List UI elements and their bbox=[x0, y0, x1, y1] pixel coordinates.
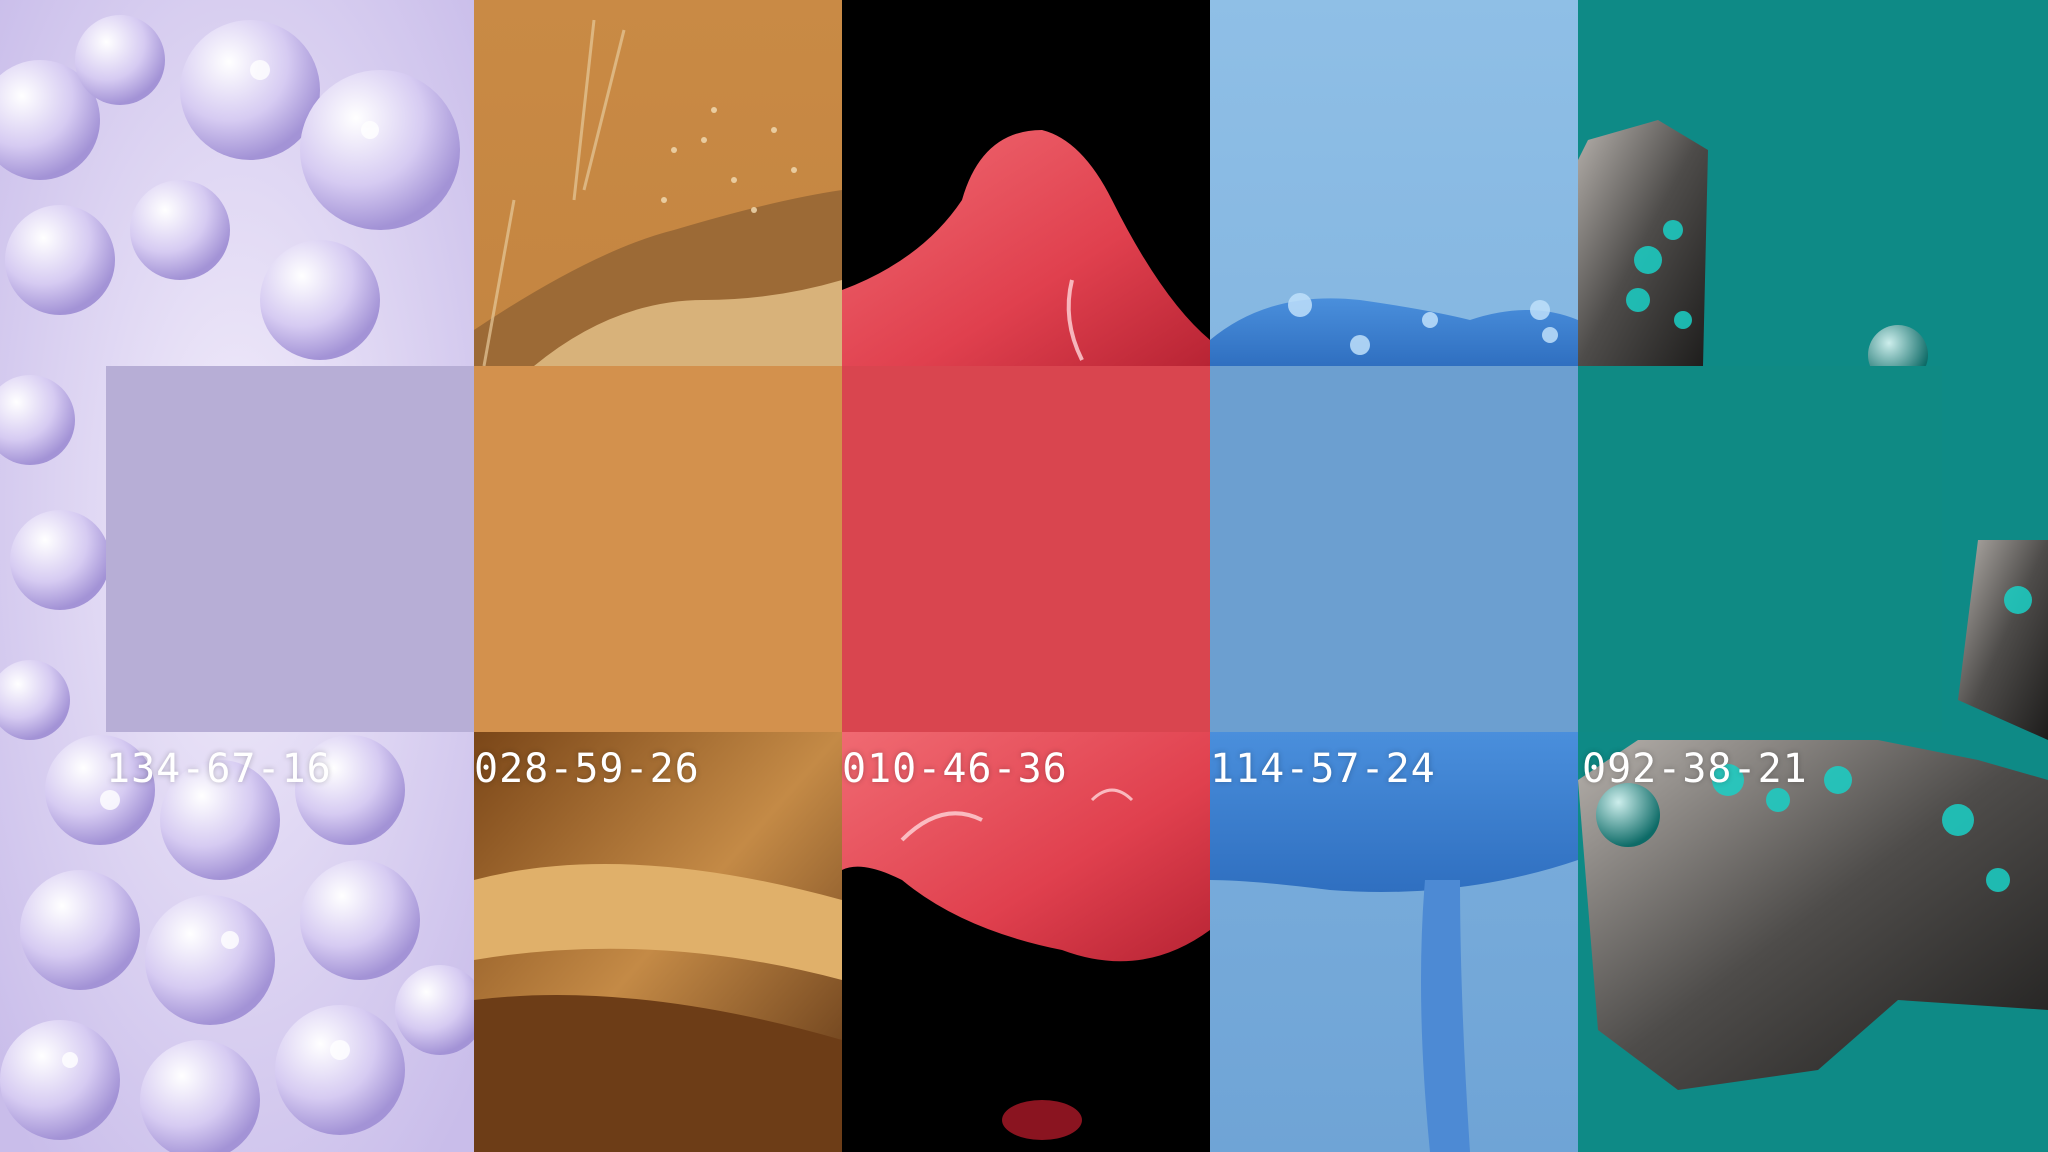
color-code-label: 092-38-21 bbox=[1582, 746, 1808, 792]
swatch-blue bbox=[1210, 366, 1578, 732]
color-code-label: 114-57-24 bbox=[1210, 746, 1436, 792]
color-code-label: 028-59-26 bbox=[474, 746, 700, 792]
swatch-teal bbox=[1578, 366, 1942, 732]
color-code-label: 010-46-36 bbox=[842, 746, 1068, 792]
color-code-label: 134-67-16 bbox=[106, 746, 332, 792]
color-palette-board: 134-67-16 028-59-26 010-46-36 114-57-24 … bbox=[0, 0, 2048, 1152]
swatch-lavender bbox=[106, 366, 474, 732]
swatch-red bbox=[842, 366, 1210, 732]
swatch-ochre bbox=[474, 366, 842, 732]
